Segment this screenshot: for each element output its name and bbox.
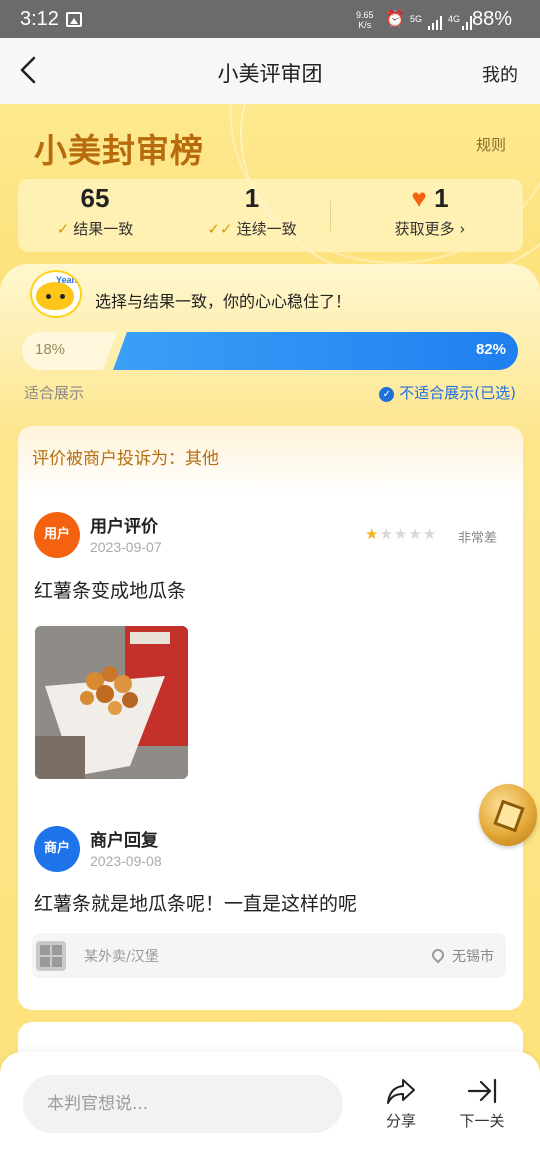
shop-location: 无锡市 [429, 946, 494, 966]
vote-percent-unsuitable: 82% [475, 341, 506, 358]
rules-link[interactable]: 规则 [476, 134, 506, 155]
my-link[interactable]: 我的 [482, 61, 518, 87]
coin-reward-icon[interactable] [479, 784, 537, 846]
battery-level: 88% [472, 8, 513, 30]
complaint-reason: 评价被商户投诉为：其他 [32, 449, 219, 469]
alarm-icon: ⏰ [385, 11, 405, 28]
review-content: 红薯条变成地瓜条 [34, 580, 187, 602]
network-speed-unit: K/s [358, 20, 372, 30]
next-level-label: 下一关 [459, 1112, 505, 1130]
star-empty-icon: ★ [379, 525, 394, 543]
share-button[interactable]: 分享 [371, 1076, 431, 1131]
network-speed: 9.65 K/s [356, 10, 374, 30]
double-check-icon: ✓✓ [207, 220, 233, 238]
result-message: 选择与结果一致，你的心心稳住了！ [95, 292, 352, 311]
vote-bar-unsuitable: 82% [113, 332, 518, 370]
skip-next-icon [452, 1076, 512, 1106]
next-level-button[interactable]: 下一关 [452, 1076, 512, 1131]
clock: 3:12 [20, 8, 59, 30]
mascot-avatar: Yeah [30, 270, 82, 318]
location-pin-icon [429, 946, 447, 964]
option-unsuitable-selected: ✓ 不适合展示(已选) [379, 382, 516, 403]
stat-label: 结果一致 [73, 220, 134, 238]
option-suitable: 适合展示 [24, 384, 85, 402]
stat-value: 1 [244, 183, 260, 213]
stat-streak: 1 ✓✓ 连续一致 [204, 183, 300, 239]
vote-progress-bar: 18% 82% [22, 332, 518, 370]
shop-city: 无锡市 [452, 949, 494, 965]
reply-title: 商户回复 [90, 831, 158, 851]
vote-bar-suitable: 18% [22, 332, 117, 370]
heart-icon: ♥ [411, 183, 427, 213]
reply-date: 2023-09-08 [90, 853, 162, 869]
shop-thumbnail [36, 941, 66, 971]
mascot-text: Yeah [55, 275, 77, 285]
star-empty-icon: ★ [393, 525, 409, 543]
review-date: 2023-09-07 [90, 539, 162, 555]
signal-4g-label: 4G [448, 14, 461, 24]
option-unsuitable-label: 不适合展示(已选) [399, 384, 516, 402]
get-more-link[interactable]: 获取更多 › [380, 218, 480, 239]
network-speed-value: 9.65 [356, 10, 374, 20]
check-circle-icon: ✓ [379, 387, 395, 402]
signal-5g-label: 5G [410, 14, 423, 24]
star-filled-icon: ★ [365, 525, 380, 543]
check-icon: ✓ [56, 220, 70, 238]
review-card: 评价被商户投诉为：其他 用户 用户评价 2023-09-07 ★★★★★ 非常差… [18, 426, 523, 1010]
bottom-action-bar: 分享 下一关 [0, 1052, 540, 1158]
vote-percent-suitable: 18% [35, 341, 66, 358]
stat-hearts[interactable]: ♥ 1 获取更多 › [380, 183, 480, 239]
shop-info-bar[interactable]: 某外卖/汉堡 无锡市 [32, 933, 506, 978]
review-photo[interactable] [35, 626, 188, 779]
reply-content: 红薯条就是地瓜条呢！一直是这样的呢 [34, 893, 358, 915]
page-title: 小美评审团 [217, 62, 323, 86]
star-empty-icon: ★ [422, 525, 438, 543]
star-rating: ★★★★★ [365, 525, 437, 543]
nav-bar: 小美评审团 我的 [0, 38, 540, 104]
star-empty-icon: ★ [408, 525, 423, 543]
shop-name: 某外卖/汉堡 [84, 949, 159, 965]
stat-value: 65 [80, 183, 110, 213]
ranking-logo: 小美封审榜 [34, 131, 204, 170]
stat-value: 1 [434, 183, 449, 213]
user-avatar: 用户 [34, 512, 80, 558]
rating-text: 非常差 [458, 531, 498, 546]
status-bar: 3:12 9.65 K/s ⏰ 5G 4G 88% [0, 0, 540, 38]
stat-label: 连续一致 [236, 220, 297, 238]
share-icon [371, 1076, 431, 1106]
review-title: 用户评价 [90, 517, 158, 537]
share-label: 分享 [385, 1112, 416, 1130]
comment-input[interactable] [23, 1075, 343, 1133]
merchant-avatar: 商户 [34, 826, 80, 872]
stat-result-match: 65 ✓ 结果一致 [50, 183, 140, 239]
gallery-icon [66, 12, 82, 27]
stats-bar: 65 ✓ 结果一致 1 ✓✓ 连续一致 ♥ 1 获取更多 › [18, 179, 523, 252]
